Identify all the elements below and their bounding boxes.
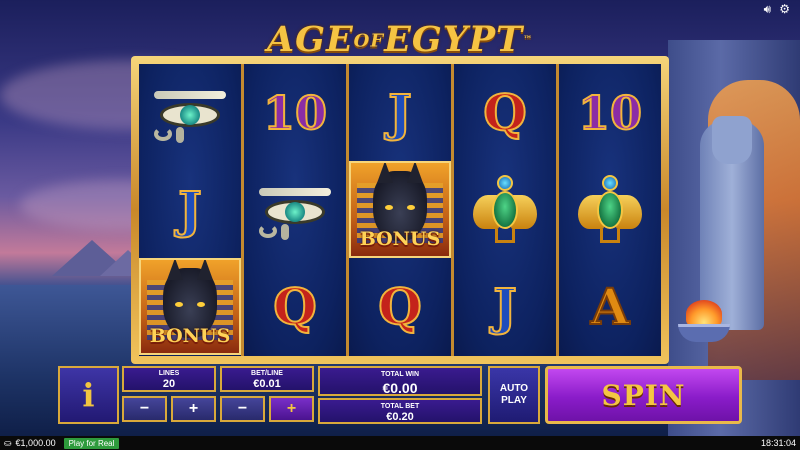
reel-1: J BONUS: [139, 64, 241, 356]
eye-of-horus-symbol: [244, 161, 346, 258]
status-bar: ⛀ €1,000.00 Play for Real 18:31:04: [0, 436, 800, 450]
spin-button[interactable]: SPIN: [545, 366, 742, 424]
bonus-symbol: BONUS: [349, 161, 451, 258]
bet-per-line-display: BET/LINE €0.01: [220, 366, 314, 392]
chips-icon: ⛀: [4, 437, 12, 448]
gear-icon[interactable]: ⚙: [779, 2, 790, 17]
play-for-real-button[interactable]: Play for Real: [63, 437, 120, 449]
pharaoh-statue: [700, 116, 764, 330]
total-bet-display: TOTAL BET €0.20: [318, 398, 482, 424]
queen-symbol: Q: [272, 276, 318, 336]
eye-of-horus-symbol: [139, 64, 241, 161]
bonus-symbol: BONUS: [139, 258, 241, 355]
reel-4: Q J: [454, 64, 556, 356]
queen-symbol: Q: [377, 276, 423, 336]
auto-play-button[interactable]: AUTO PLAY: [488, 366, 540, 424]
reel-2: 10 Q: [244, 64, 346, 356]
lines-display: LINES 20: [122, 366, 216, 392]
bet-minus-button[interactable]: −: [220, 396, 265, 422]
speaker-icon[interactable]: 🔊︎: [764, 2, 772, 17]
top-icons: 🔊︎ ⚙: [764, 2, 790, 17]
eye-of-horus-icon: [150, 83, 230, 143]
jack-symbol: J: [177, 179, 203, 239]
scarab-icon: [578, 173, 642, 247]
lines-minus-button[interactable]: −: [122, 396, 167, 422]
jack-symbol: J: [492, 276, 518, 336]
info-button[interactable]: i: [58, 366, 119, 424]
reel-3: J BONUS Q: [349, 64, 451, 356]
scarab-symbol: [454, 161, 556, 258]
ten-symbol: 10: [577, 85, 643, 140]
clock: 18:31:04: [760, 438, 796, 448]
ace-symbol: A: [590, 276, 631, 336]
scarab-icon: [473, 173, 537, 247]
reel-frame: J BONUS 10 Q J BONUS Q Q J 10 A: [131, 56, 669, 364]
jack-symbol: J: [387, 82, 413, 142]
control-panel: i LINES 20 − + BET/LINE €0.01 − + TOTAL …: [58, 366, 742, 424]
reel-5: 10 A: [559, 64, 661, 356]
total-win-display: TOTAL WIN €0.00: [318, 366, 482, 396]
bet-plus-button[interactable]: +: [269, 396, 314, 422]
ten-symbol: 10: [262, 85, 328, 140]
scarab-symbol: [559, 161, 661, 258]
queen-symbol: Q: [482, 82, 528, 142]
lines-plus-button[interactable]: +: [171, 396, 216, 422]
balance: €1,000.00: [15, 438, 56, 448]
eye-of-horus-icon: [255, 180, 335, 240]
reels-grid: J BONUS 10 Q J BONUS Q Q J 10 A: [139, 64, 661, 356]
